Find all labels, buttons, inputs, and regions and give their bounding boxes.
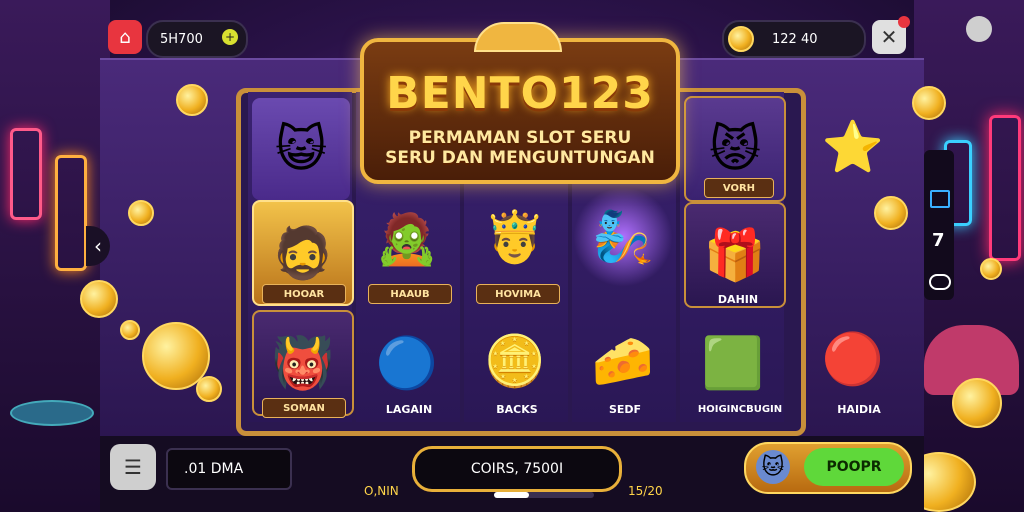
neon-sign-left-2 [55,155,87,271]
symbol-green-bar: 🟩 [701,333,765,392]
symbol-label: LAGAIN [385,402,433,416]
square-icon[interactable] [930,190,950,208]
symbol-green-star: ⭐ [821,117,885,176]
symbol-label: BACKS [496,402,538,416]
coin-decoration [874,196,908,230]
coin-decoration [912,86,946,120]
symbol-king: 🤴 [483,207,547,266]
progress-track [494,492,594,498]
symbol-purple-genie: 🧞 [574,186,672,288]
symbol-blue-gem: 🔵 [375,333,439,392]
right-small-text: 15/20 [628,484,663,498]
bet-value: .01 DMA [184,461,244,477]
coin-decoration [128,200,154,226]
seven-icon[interactable]: 7 [932,230,945,251]
coin-decoration [980,258,1002,280]
coin-decoration [80,280,118,318]
symbol-cheese: 🧀 [591,331,655,390]
symbol-white-cat: 😺 [252,98,350,200]
menu-button[interactable]: ☰ [110,444,156,490]
progress-fill [494,492,529,498]
symbol-label: DAHIN [717,292,759,306]
balance-value: 5H700 [160,31,203,47]
symbol-gold-coin: 🪙 [483,331,547,390]
coins-display: COIRS, 7500I [412,446,622,492]
spin-button[interactable]: 🐱 POOPR [744,442,912,494]
coin-decoration [196,376,222,402]
cloud-icon[interactable] [929,274,951,290]
mascot-icon: 🐱 [756,450,790,484]
symbol-label: HAAUB [368,284,452,304]
coins-value: 122 40 [772,31,818,47]
coins-pill: 122 40 [722,20,866,58]
balance-pill: 5H700 + [146,20,248,58]
symbol-label: HOIGINCBUGIN [697,403,783,415]
game-title: BENTO123 [386,68,654,119]
game-subtitle-line2: SERU DAN MENGUNTUNGAN [385,148,655,168]
coins-label: COIRS, 7500I [470,461,564,477]
symbol-label: SEDF [608,402,642,416]
coin-decoration [120,320,140,340]
crown-ornament [474,22,562,52]
neon-sign-right [989,115,1021,261]
symbol-label: HOOAR [262,284,346,304]
game-subtitle-line1: PERMAMAN SLOT SERU [408,128,632,148]
symbol-label: VORH [704,178,774,198]
bet-field[interactable]: .01 DMA [166,448,292,490]
title-banner: BENTO123 PERMAMAN SLOT SERU SERU DAN MEN… [360,38,680,184]
left-small-text: O,NIN [364,484,399,498]
spin-label: POOPR [826,459,882,475]
symbol-label: HOVIMA [476,284,560,304]
symbol-label: HAIDIA [837,402,881,416]
neon-sign-left [10,128,42,220]
notification-badge [898,16,910,28]
spin-label-box: POOPR [804,448,904,486]
symbol-label: SOMAN [262,398,346,418]
coin-decoration [176,84,208,116]
settings-icon[interactable] [966,16,992,42]
home-button[interactable]: ⌂ [108,20,142,54]
coin-decoration [952,378,1002,428]
symbol-green-soldier: 🧟 [375,209,439,268]
chips-stack-left [10,400,94,426]
add-balance-icon[interactable]: + [222,29,238,45]
side-toolbar: 7 [924,150,954,300]
symbol-red-orb: 🔴 [821,329,885,388]
coin-icon [728,26,754,52]
